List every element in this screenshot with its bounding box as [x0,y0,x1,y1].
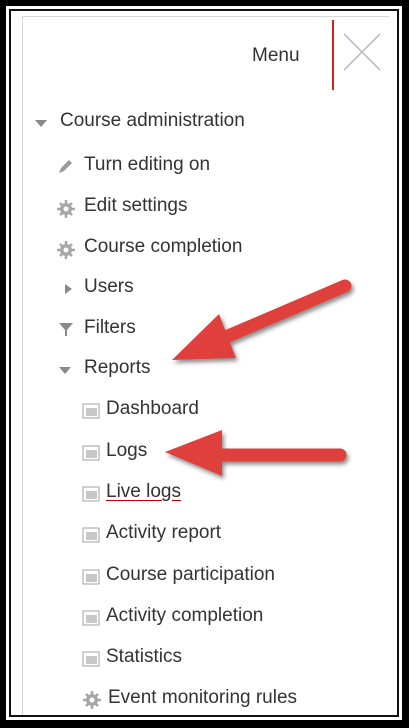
caret-right-icon[interactable] [62,282,74,296]
report-course-participation-link[interactable]: Course participation [106,564,275,586]
report-live-logs-link[interactable]: Live logs [106,481,181,503]
report-icon [82,403,100,419]
caret-down-icon[interactable] [34,116,48,130]
course-administration-node[interactable]: Course administration [60,110,245,132]
report-logs-link[interactable]: Logs [106,440,147,462]
reports-node[interactable]: Reports [84,357,151,379]
report-activity-completion-link[interactable]: Activity completion [106,605,263,627]
header-divider [332,20,334,90]
filter-icon [59,323,73,336]
edit-settings-link[interactable]: Edit settings [84,195,188,217]
report-icon [82,610,100,626]
users-node[interactable]: Users [84,276,134,298]
gear-icon [57,200,75,218]
gear-icon [57,241,75,259]
caret-down-icon[interactable] [58,363,72,377]
report-dashboard-link[interactable]: Dashboard [106,398,199,420]
pencil-icon [59,160,72,173]
report-icon [82,445,100,461]
report-icon [82,527,100,543]
close-icon[interactable] [338,28,386,76]
course-completion-link[interactable]: Course completion [84,236,242,258]
report-icon [82,651,100,667]
report-icon [82,486,100,502]
event-monitoring-rules-link[interactable]: Event monitoring rules [108,687,297,709]
menu-label[interactable]: Menu [252,45,300,67]
turn-editing-on-link[interactable]: Turn editing on [84,154,210,176]
report-activity-report-link[interactable]: Activity report [106,522,221,544]
gear-icon [83,691,101,709]
report-statistics-link[interactable]: Statistics [106,646,182,668]
filters-link[interactable]: Filters [84,317,136,339]
report-icon [82,569,100,585]
